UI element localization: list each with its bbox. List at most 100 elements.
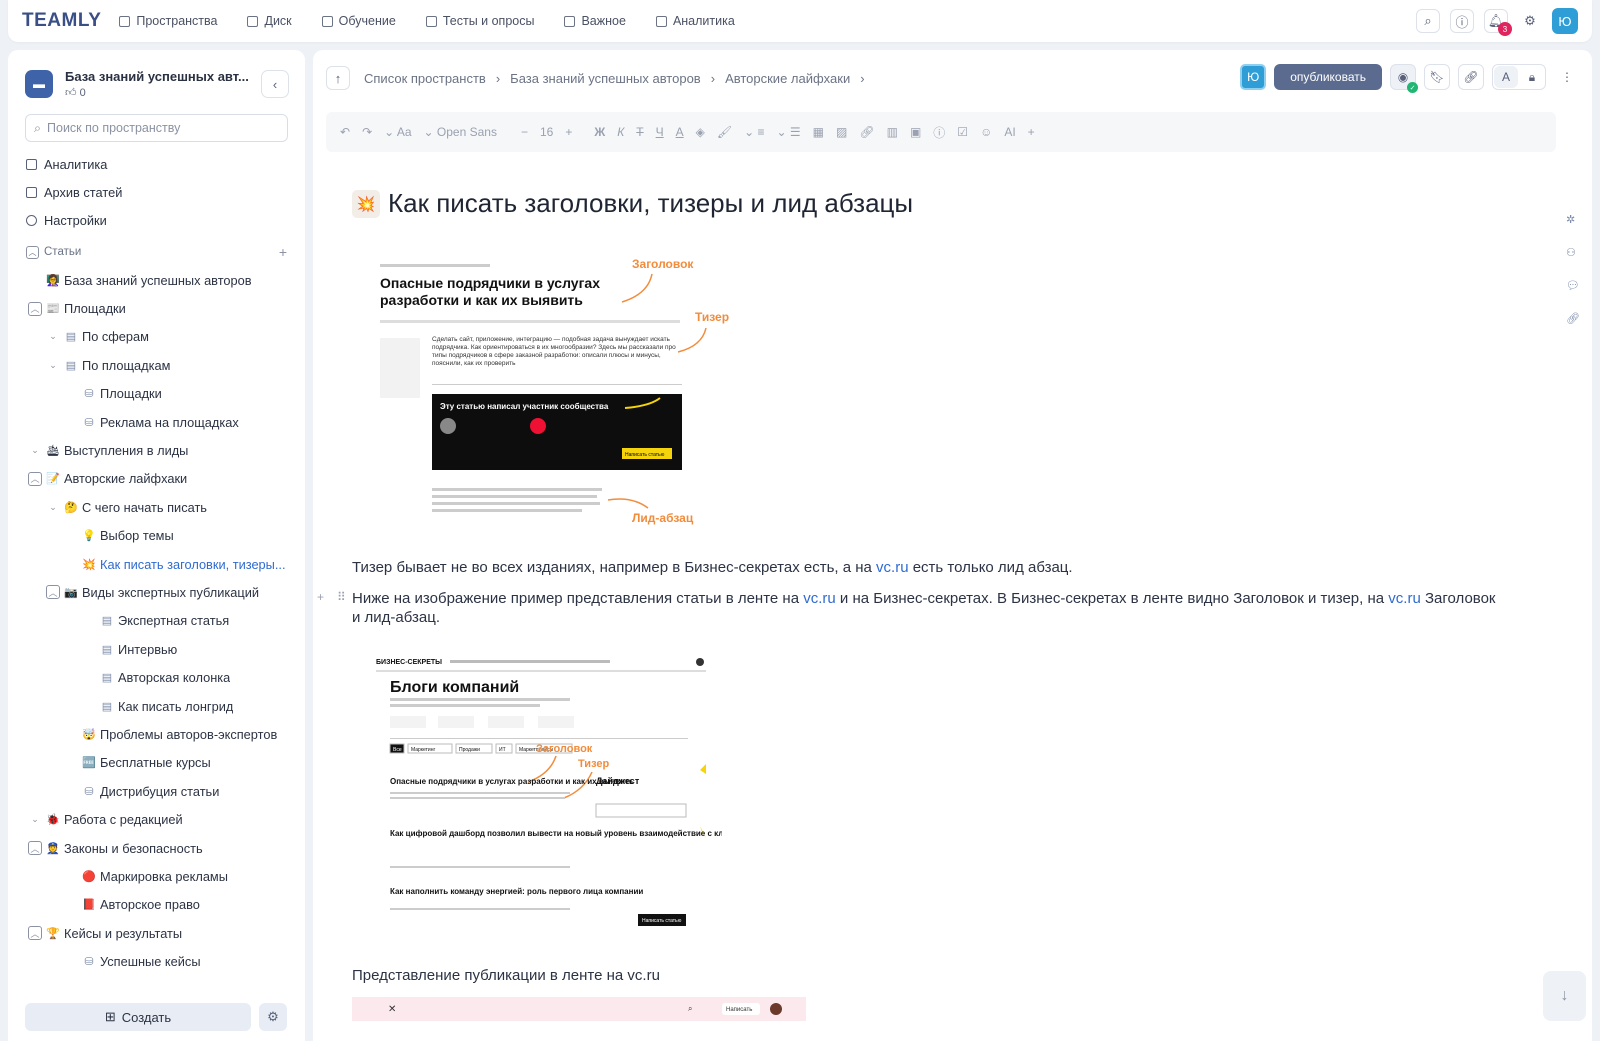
- add-article-button[interactable]: +: [279, 244, 287, 260]
- bookmark-icon[interactable]: 🔖︎: [1424, 64, 1450, 90]
- lock-icon[interactable]: 🔒︎: [1520, 66, 1544, 88]
- info-block-icon[interactable]: ⓘ: [933, 124, 945, 141]
- paragraph-vc-feed[interactable]: Представление публикации в ленте на vc.r…: [352, 966, 1502, 985]
- nav-item-5[interactable]: Аналитика: [655, 14, 735, 28]
- tree-item[interactable]: ⌄ ▤ По площадкам: [8, 351, 305, 379]
- underline-icon[interactable]: Ч: [656, 125, 664, 139]
- teamly-logo[interactable]: TEAMLY: [22, 10, 101, 32]
- collapse-icon[interactable]: ︿: [46, 585, 60, 600]
- vc-link[interactable]: vc.ru: [1388, 590, 1421, 607]
- columns-icon[interactable]: ▥: [887, 125, 898, 139]
- scroll-down-button[interactable]: ↓: [1543, 971, 1586, 1021]
- ai-button[interactable]: AI: [1004, 125, 1015, 139]
- font-select[interactable]: ⌄ Open Sans: [424, 125, 497, 139]
- font-style-icon[interactable]: A: [1494, 66, 1518, 88]
- link-icon[interactable]: 🔗︎: [1458, 64, 1484, 90]
- font-decrease-icon[interactable]: −: [521, 125, 528, 139]
- collapse-icon[interactable]: ︿: [28, 926, 42, 941]
- tree-item[interactable]: ▤ Авторская колонка: [8, 663, 305, 691]
- collaborator-avatar[interactable]: Ю: [1240, 64, 1267, 90]
- more-icon[interactable]: ⋮: [1554, 64, 1580, 90]
- tree-item[interactable]: 🆓 Бесплатные курсы: [8, 749, 305, 777]
- tree-item[interactable]: 🤯 Проблемы авторов-экспертов: [8, 720, 305, 748]
- tree-item[interactable]: ⛁ Реклама на площадках: [8, 408, 305, 436]
- embed-icon[interactable]: ▣: [910, 125, 921, 139]
- emoji-icon[interactable]: ☺: [980, 125, 992, 139]
- comment-icon[interactable]: 💬︎: [1566, 279, 1580, 292]
- font-increase-icon[interactable]: +: [565, 125, 572, 139]
- nav-item-3[interactable]: Тесты и опросы: [425, 14, 534, 28]
- bold-icon[interactable]: Ж: [594, 125, 605, 139]
- tree-item[interactable]: ▤ Интервью: [8, 635, 305, 663]
- space-title[interactable]: База знаний успешных авт...: [65, 69, 250, 84]
- gear-icon[interactable]: ⚙︎: [259, 1003, 287, 1031]
- business-secrets-feed-image[interactable]: БИЗНЕС-СЕКРЕТЫ Блоги компаний Все Маркети…: [370, 652, 752, 934]
- publish-button[interactable]: опубликовать: [1274, 64, 1382, 90]
- checkbox-icon[interactable]: ☑: [957, 125, 968, 139]
- tree-item[interactable]: ⌄ 🤔 С чего начать писать: [8, 493, 305, 521]
- article-screenshot-image[interactable]: Опасные подрядчики в услугах разработки …: [370, 248, 750, 533]
- paragraph-teaser[interactable]: Тизер бывает не во всех изданиях, наприм…: [352, 558, 1502, 577]
- search-icon[interactable]: ⌕: [1416, 9, 1440, 33]
- sidebar-link-archive[interactable]: Архив статей: [8, 178, 305, 206]
- redo-icon[interactable]: ↷: [362, 125, 372, 139]
- tree-item[interactable]: ︿ 🏆 Кейсы и результаты: [8, 919, 305, 947]
- link-icon[interactable]: 🔗︎: [1566, 312, 1580, 325]
- chevron-down-icon[interactable]: ⌄: [46, 500, 60, 514]
- insert-plus-icon[interactable]: +: [1028, 125, 1035, 139]
- font-size-input[interactable]: 16: [540, 125, 553, 139]
- likes-count[interactable]: 👍︎ 0: [65, 86, 261, 99]
- sidebar-search-input[interactable]: ⌕ Поиск по пространству: [25, 114, 288, 142]
- table-icon[interactable]: ▦: [813, 125, 824, 139]
- block-add-icon[interactable]: +: [317, 590, 324, 604]
- sidebar-link-analytics[interactable]: Аналитика: [8, 150, 305, 178]
- users-icon[interactable]: ⚇: [1566, 246, 1580, 259]
- tree-item[interactable]: 💡 Выбор темы: [8, 522, 305, 550]
- vc-link[interactable]: vc.ru: [876, 559, 909, 576]
- nav-item-4[interactable]: Важное: [564, 14, 626, 28]
- vc-feed-image[interactable]: ✕ ⌕ Написать: [352, 997, 806, 1021]
- nav-item-2[interactable]: Обучение: [321, 14, 396, 28]
- breadcrumb-item[interactable]: Авторские лайфхаки: [725, 71, 850, 86]
- breadcrumb-item[interactable]: База знаний успешных авторов: [510, 71, 701, 86]
- tree-item[interactable]: ▤ Экспертная статья: [8, 607, 305, 635]
- eye-icon[interactable]: ◉ ✓: [1390, 64, 1418, 93]
- vc-link[interactable]: vc.ru: [803, 590, 836, 607]
- chevron-down-icon[interactable]: ⌄: [46, 330, 60, 344]
- highlight-icon[interactable]: ◈: [696, 125, 705, 139]
- collapse-icon[interactable]: ︿: [28, 301, 42, 316]
- collapse-icon[interactable]: ︿: [28, 471, 42, 486]
- user-avatar[interactable]: Ю: [1552, 8, 1578, 34]
- info-icon[interactable]: ⓘ: [1450, 9, 1474, 33]
- italic-icon[interactable]: К: [617, 125, 624, 139]
- explosion-icon[interactable]: 💥: [352, 189, 380, 218]
- tree-item[interactable]: ⌄ ▤ По сферам: [8, 323, 305, 351]
- tree-item[interactable]: 👩‍🏫 База знаний успешных авторов: [8, 266, 305, 294]
- breadcrumb-item[interactable]: Список пространств: [364, 71, 486, 86]
- collapse-icon[interactable]: ︿: [26, 245, 39, 259]
- tree-item[interactable]: ⌄ 🛳 Выступления в лиды: [8, 436, 305, 464]
- format-painter-icon[interactable]: 🖌︎: [717, 125, 732, 139]
- chevron-down-icon[interactable]: ⌄: [46, 358, 60, 372]
- align-icon[interactable]: ⌄ ≡: [744, 125, 764, 139]
- nav-item-1[interactable]: Диск: [247, 14, 292, 28]
- create-button[interactable]: ⊞ Создать: [25, 1003, 251, 1031]
- collapse-sidebar-button[interactable]: ‹: [261, 70, 289, 98]
- link-icon[interactable]: 🔗︎: [859, 125, 874, 139]
- text-color-icon[interactable]: A: [676, 125, 684, 139]
- undo-icon[interactable]: ↶: [340, 125, 350, 139]
- strike-icon[interactable]: Т: [636, 125, 643, 139]
- tree-item[interactable]: ⌄ 🐞 Работа с редакцией: [8, 805, 305, 833]
- tree-item[interactable]: ︿ 📰 Площадки: [8, 294, 305, 322]
- sidebar-link-settings[interactable]: Настройки: [8, 206, 305, 234]
- tree-item[interactable]: 📕 Авторское право: [8, 891, 305, 919]
- tree-item[interactable]: ⛁ Дистрибуция статьи: [8, 777, 305, 805]
- tree-item[interactable]: ︿ 📝 Авторские лайфхаки: [8, 465, 305, 493]
- bell-icon[interactable]: 🔔︎ 3: [1484, 9, 1512, 36]
- tree-item[interactable]: ▤ Как писать лонгрид: [8, 692, 305, 720]
- tree-item[interactable]: ︿ 📷 Виды экспертных публикаций: [8, 578, 305, 606]
- text-style-icon[interactable]: ⌄ Aa: [384, 125, 411, 139]
- chevron-down-icon[interactable]: ⌄: [28, 444, 42, 458]
- gear-icon[interactable]: ⚙︎: [1518, 9, 1542, 33]
- nav-item-0[interactable]: Пространства: [119, 14, 217, 28]
